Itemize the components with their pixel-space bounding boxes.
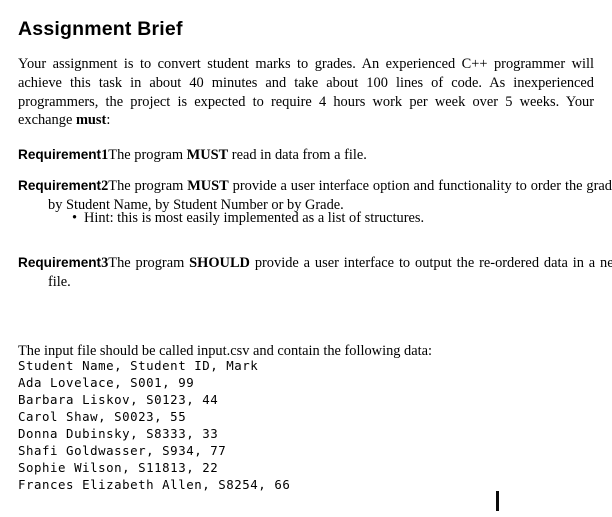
- bullet-icon: •: [72, 210, 78, 226]
- requirement-1-text-before: The program: [108, 147, 187, 164]
- requirement-3-label: Requirement: [18, 255, 102, 271]
- text-caret[interactable]: [496, 491, 499, 511]
- csv-row: Ada Lovelace, S001, 99: [18, 375, 195, 390]
- csv-row: Shafi Goldwasser, S934, 77: [18, 443, 227, 458]
- hint-list: • Hint: this is most easily implemented a…: [18, 209, 594, 228]
- intro-paragraph-tail: :: [106, 112, 111, 129]
- requirement-1-emphasis: MUST: [186, 147, 229, 164]
- csv-row: Carol Shaw, S0023, 55: [18, 409, 187, 424]
- hint-text: Hint: this is most easily implemented as…: [84, 210, 425, 226]
- requirement-2-label: Requirement: [18, 178, 102, 194]
- requirement-3-emphasis: SHOULD: [189, 255, 250, 272]
- requirement-2-emphasis: MUST: [187, 178, 229, 195]
- requirement-3-text-before: The program: [108, 255, 190, 272]
- csv-data-block: Student Name, Student ID, Mark Ada Lovela…: [18, 357, 594, 493]
- csv-row: Donna Dubinsky, S8333, 33: [18, 426, 219, 441]
- requirement-3: Requirement3The program SHOULD provide a…: [18, 254, 612, 291]
- csv-row: Barbara Liskov, S0123, 44: [18, 392, 219, 407]
- requirement-2-text-before: The program: [108, 178, 188, 195]
- document-page: Assignment Brief Your assignment is to c…: [0, 0, 612, 517]
- list-item: • Hint: this is most easily implemented a…: [18, 209, 594, 228]
- csv-header-row: Student Name, Student ID, Mark: [18, 358, 259, 373]
- intro-emphasis-must: must: [75, 112, 107, 129]
- csv-row: Sophie Wilson, S11813, 22: [18, 460, 219, 475]
- csv-row: Frances Elizabeth Allen, S8254, 66: [18, 477, 291, 492]
- requirement-1-text-after: read in data from a file.: [228, 147, 367, 164]
- page-title: Assignment Brief: [18, 18, 183, 41]
- requirement-1-label: Requirement: [18, 147, 102, 163]
- requirement-1: Requirement1The program MUST read in dat…: [18, 146, 612, 165]
- intro-paragraph: Your assignment is to convert student ma…: [18, 55, 594, 129]
